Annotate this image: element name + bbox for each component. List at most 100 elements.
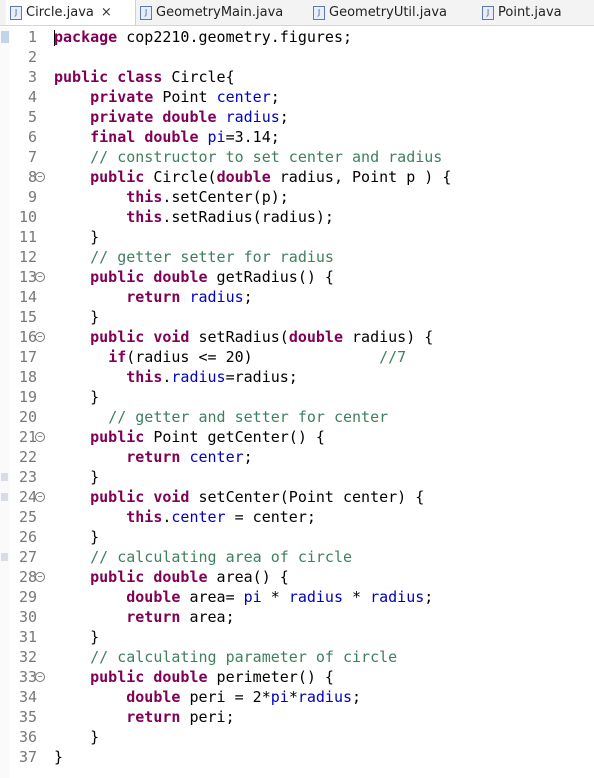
line-number-text: 1	[27, 28, 37, 46]
code-line[interactable]: return radius;	[54, 287, 451, 307]
fold-toggle-icon[interactable]: −	[35, 272, 45, 282]
code-line[interactable]: }	[54, 387, 451, 407]
line-number-text: 23	[18, 468, 37, 486]
code-token: *	[343, 588, 371, 606]
line-number-text: 15	[18, 308, 37, 326]
java-file-icon: J	[313, 5, 325, 20]
fold-toggle-icon[interactable]: −	[35, 672, 45, 682]
code-line[interactable]: final double pi=3.14;	[54, 127, 451, 147]
code-token: }	[54, 228, 100, 246]
keyword-token: double	[288, 328, 343, 346]
keyword-token: public	[90, 568, 145, 586]
code-token: =3.14;	[225, 128, 280, 146]
line-number: 24−	[10, 487, 45, 507]
code-line[interactable]: }	[54, 627, 451, 647]
code-editor[interactable]: 1 2 3 4 5 6 7 8−9 10 11 12 13−14 15 16−17 18 19 20 21−22 2…	[0, 27, 594, 778]
code-line[interactable]: public Circle(double radius, Point p ) {	[54, 167, 451, 187]
code-line[interactable]	[54, 47, 451, 67]
line-number-gutter: 1 2 3 4 5 6 7 8−9 10 11 12 13−14 15 16−17 18 19 20 21−22 2…	[10, 27, 45, 778]
code-line[interactable]: // calculating parameter of circle	[54, 647, 451, 667]
code-line[interactable]: }	[54, 527, 451, 547]
line-number: 19	[10, 387, 44, 407]
tab-geometryutil-java[interactable]: J GeometryUtil.java	[313, 0, 447, 25]
code-line[interactable]: }	[54, 467, 451, 487]
code-line[interactable]: this.center = center;	[54, 507, 451, 527]
java-file-icon: J	[482, 5, 494, 20]
code-line[interactable]: package cop2210.geometry.figures;	[54, 27, 451, 47]
close-tab-icon[interactable]: ×	[101, 5, 112, 20]
tab-geometrymain-java[interactable]: J GeometryMain.java	[140, 0, 283, 25]
line-number-text: 5	[27, 108, 37, 126]
keyword-token: this	[126, 188, 163, 206]
field-token: pi	[270, 688, 289, 706]
keyword-token: this	[126, 368, 163, 386]
line-number: 8−	[10, 167, 45, 187]
line-number-text: 11	[18, 228, 37, 246]
tab-circle-java[interactable]: J Circle.java ×	[6, 0, 136, 25]
comment-token: // calculating parameter of circle	[90, 648, 398, 666]
fold-toggle-icon[interactable]: −	[35, 572, 45, 582]
code-line[interactable]: public void setCenter(Point center) {	[54, 487, 451, 507]
line-number-text: 29	[18, 588, 37, 606]
code-line[interactable]: this.setCenter(p);	[54, 187, 451, 207]
code-token: peri;	[180, 708, 235, 726]
code-line[interactable]: private double radius;	[54, 107, 451, 127]
line-number: 16−	[10, 327, 45, 347]
code-line[interactable]: public double getRadius() {	[54, 267, 451, 287]
code-line[interactable]: }	[54, 727, 451, 747]
code-line[interactable]: // getter setter for radius	[54, 247, 451, 267]
code-line[interactable]: public Point getCenter() {	[54, 427, 451, 447]
keyword-token: this	[126, 208, 163, 226]
code-text-area[interactable]: package cop2210.geometry.figures; public …	[54, 27, 451, 767]
code-line[interactable]: // getter and setter for center	[54, 407, 451, 427]
code-line[interactable]: double peri = 2*pi*radius;	[54, 687, 451, 707]
keyword-token: public	[90, 328, 145, 346]
keyword-token: public	[90, 168, 145, 186]
code-line[interactable]: }	[54, 747, 451, 767]
code-line[interactable]: double area= pi * radius * radius;	[54, 587, 451, 607]
code-line[interactable]: if(radius <= 20) //7	[54, 347, 451, 367]
keyword-token: final	[90, 128, 136, 146]
line-number: 3	[10, 67, 44, 87]
line-number: 13−	[10, 267, 45, 287]
code-token: = center;	[225, 508, 316, 526]
code-line[interactable]: this.setRadius(radius);	[54, 207, 451, 227]
line-number: 23	[10, 467, 44, 487]
code-token: Circle(	[144, 168, 217, 186]
code-token: Point	[153, 88, 217, 106]
code-line[interactable]: this.radius=radius;	[54, 367, 451, 387]
code-line[interactable]: // constructor to set center and radius	[54, 147, 451, 167]
code-token: Circle{	[162, 68, 235, 86]
line-number: 32	[10, 647, 44, 667]
code-line[interactable]: private Point center;	[54, 87, 451, 107]
keyword-token: double	[153, 568, 208, 586]
code-line[interactable]: public double perimeter() {	[54, 667, 451, 687]
tab-label: GeometryMain.java	[156, 5, 284, 20]
code-line[interactable]: // calculating area of circle	[54, 547, 451, 567]
fold-toggle-icon[interactable]: −	[35, 332, 45, 342]
code-line[interactable]: return center;	[54, 447, 451, 467]
code-line[interactable]: return area;	[54, 607, 451, 627]
code-line[interactable]: }	[54, 307, 451, 327]
line-number-text: 14	[18, 288, 37, 306]
code-token: *	[288, 688, 298, 706]
code-line[interactable]: public double area() {	[54, 567, 451, 587]
fold-toggle-icon[interactable]: −	[35, 492, 45, 502]
fold-toggle-icon[interactable]: −	[35, 432, 45, 442]
tab-point-java[interactable]: J Point.java	[482, 0, 562, 25]
keyword-token: private	[90, 88, 154, 106]
fold-toggle-icon[interactable]: −	[35, 172, 45, 182]
comment-token: // calculating area of circle	[90, 548, 353, 566]
keyword-token: double	[216, 168, 271, 186]
code-line[interactable]: }	[54, 227, 451, 247]
code-line[interactable]: return peri;	[54, 707, 451, 727]
code-line[interactable]: public void setRadius(double radius) {	[54, 327, 451, 347]
line-number-text: 2	[27, 48, 37, 66]
code-line[interactable]: public class Circle{	[54, 67, 451, 87]
